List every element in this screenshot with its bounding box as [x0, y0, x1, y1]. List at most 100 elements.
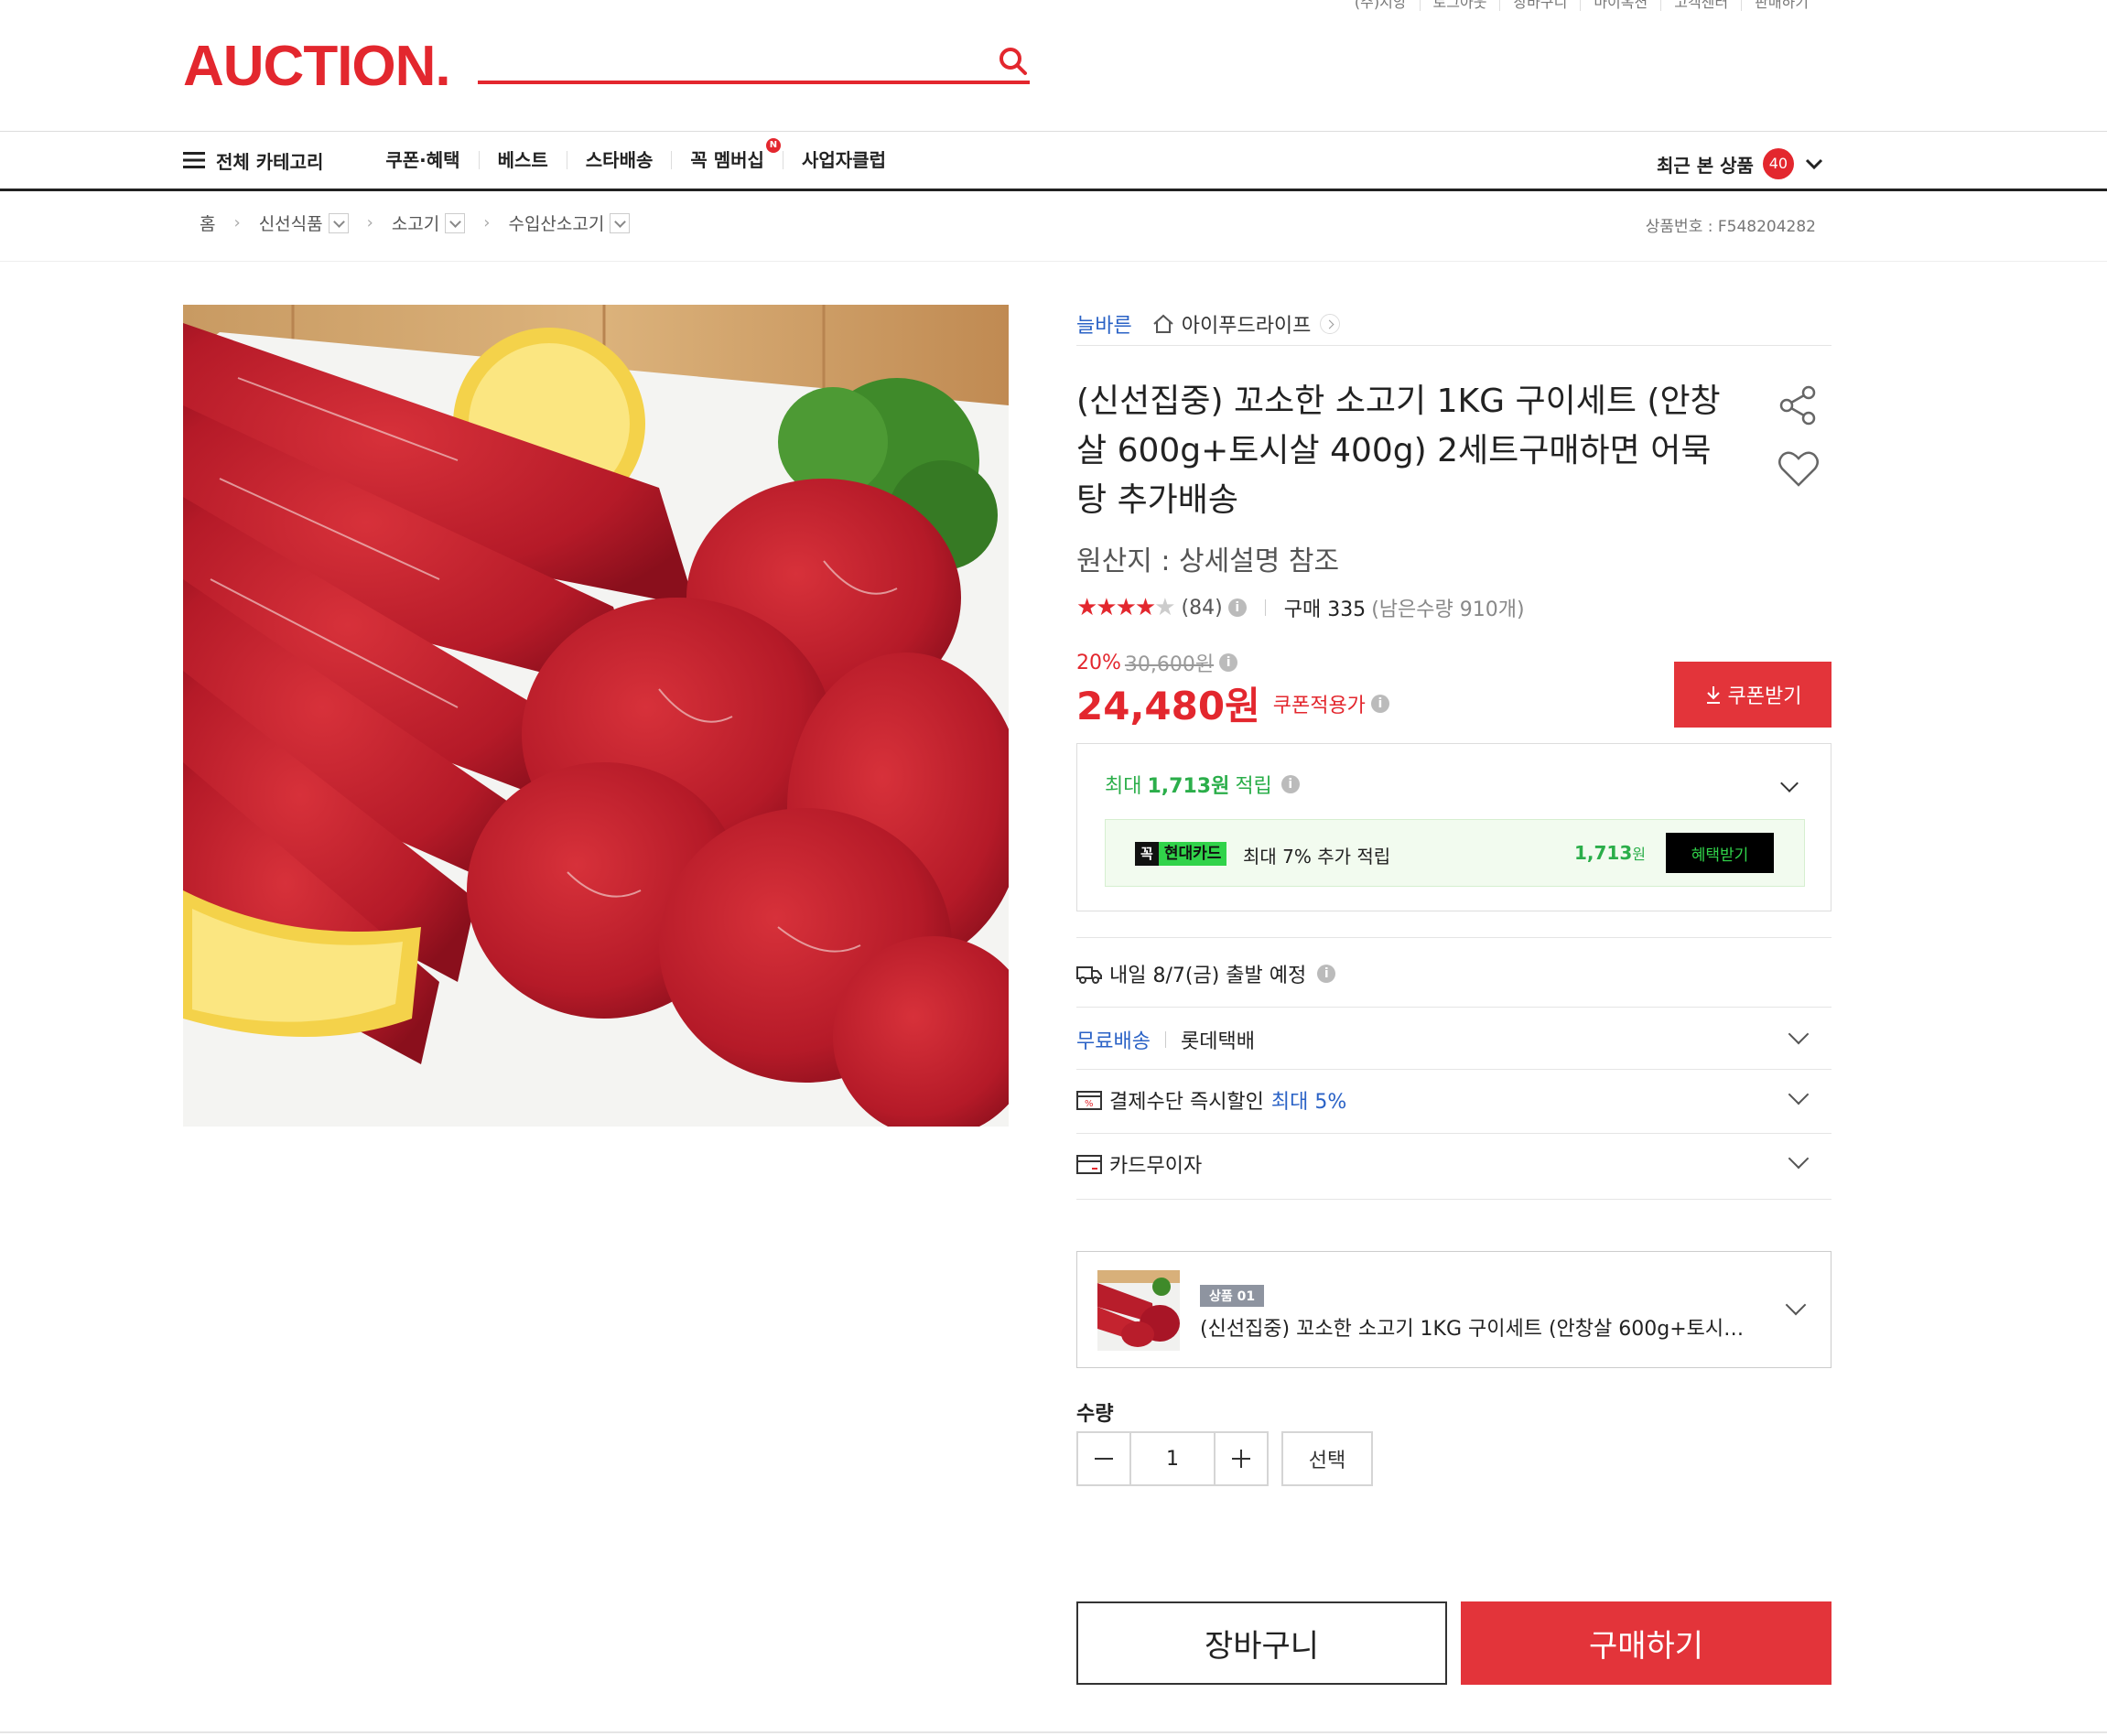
info-icon[interactable]: i: [1219, 653, 1238, 672]
new-badge: N: [765, 138, 781, 153]
decrement-button[interactable]: [1076, 1431, 1131, 1486]
option-tag: 상품 01: [1200, 1285, 1265, 1307]
all-categories-button[interactable]: 전체 카테고리: [183, 147, 323, 174]
recent-products-button[interactable]: 최근 본 상품 40: [1657, 148, 1823, 179]
divider: [1076, 1199, 1831, 1200]
minus-icon: [1095, 1458, 1113, 1460]
installment-label: 카드무이자: [1109, 1155, 1203, 1178]
seller-row: 늘바른 아이푸드라이프: [1076, 302, 1831, 346]
chevron-down-icon[interactable]: [1785, 1294, 1807, 1316]
hamburger-icon: [183, 151, 205, 169]
search-icon[interactable]: [998, 46, 1029, 77]
nav-membership[interactable]: 꼭 멤버십 N: [671, 138, 783, 171]
chevron-down-icon[interactable]: [1788, 1148, 1810, 1170]
quantity-select-button[interactable]: 선택: [1281, 1431, 1373, 1486]
origin-info: 원산지 : 상세설명 참조: [1076, 545, 1340, 577]
download-icon: [1704, 685, 1723, 705]
seller-brand-link[interactable]: 늘바른: [1076, 309, 1132, 339]
card-benefit-amount: 1,713원: [1574, 842, 1646, 864]
divider: [0, 261, 2107, 262]
breadcrumb-dropdown-beef[interactable]: [445, 212, 466, 233]
chevron-down-icon[interactable]: [1788, 1084, 1810, 1105]
hyundai-card-logo: 꼭 현대카드: [1135, 842, 1227, 866]
nav-coupon-benefit[interactable]: 쿠폰·혜택: [367, 151, 478, 169]
free-shipping-label: 무료배송: [1076, 1030, 1151, 1053]
divider: [1076, 1069, 1831, 1070]
plus-icon: [1232, 1450, 1250, 1468]
review-count[interactable]: (84): [1182, 597, 1223, 620]
auction-logo[interactable]: AUCTION.: [183, 37, 451, 97]
util-link-sell[interactable]: 판매하기: [1741, 0, 1821, 11]
nav-membership-label: 꼭 멤버십: [690, 149, 764, 171]
util-link-customer-center[interactable]: 고객센터: [1660, 0, 1741, 11]
share-icon[interactable]: [1777, 384, 1820, 426]
purchase-count: 구매 335: [1283, 598, 1367, 621]
sale-price: 24,480원: [1076, 684, 1260, 728]
breadcrumb-home[interactable]: 홈: [200, 210, 215, 235]
coupon-download-button[interactable]: 쿠폰받기: [1674, 662, 1831, 728]
breadcrumb-fresh-food[interactable]: 신선식품: [259, 210, 323, 235]
info-icon[interactable]: i: [1370, 694, 1389, 713]
original-price: 30,600원: [1124, 653, 1215, 676]
info-icon[interactable]: i: [1227, 598, 1247, 617]
coupon-button-label: 쿠폰받기: [1727, 685, 1802, 708]
buy-now-button[interactable]: 구매하기: [1461, 1601, 1831, 1685]
reward-amount: 1,713원: [1147, 775, 1230, 798]
quantity-stepper: 1 선택: [1076, 1431, 1373, 1486]
nav-star-delivery[interactable]: 스타배송: [566, 151, 672, 169]
store-link[interactable]: 아이푸드라이프: [1152, 309, 1341, 339]
reward-panel: 최대 1,713원 적립 i 꼭 현대카드 최대 7% 추가 적립 1,713원…: [1076, 743, 1831, 911]
breadcrumb-dropdown-fresh-food[interactable]: [328, 212, 349, 233]
util-link-my-auction[interactable]: 마이옥션: [1580, 0, 1660, 11]
recent-count-badge: 40: [1762, 148, 1794, 179]
info-icon[interactable]: i: [1280, 775, 1300, 793]
product-title: (신선집중) 꼬소한 소고기 1KG 구이세트 (안창살 600g+토시살 40…: [1076, 383, 1721, 519]
home-icon: [1152, 314, 1174, 334]
breadcrumb-beef[interactable]: 소고기: [392, 210, 439, 235]
breadcrumb-imported-beef[interactable]: 수입산소고기: [508, 210, 604, 235]
info-icon[interactable]: i: [1317, 965, 1336, 983]
search-input[interactable]: [478, 81, 1030, 84]
util-link-user[interactable]: (주)지앙: [1342, 0, 1420, 11]
card-badge-kk: 꼭: [1135, 842, 1159, 866]
reward-suffix: 적립: [1235, 775, 1272, 798]
quantity-label: 수량: [1076, 1403, 1114, 1426]
payment-discount-row[interactable]: % 결제수단 즉시할인 최대 5%: [1076, 1071, 1831, 1129]
shipping-date-row: 내일 8/7(금) 출발 예정 i: [1076, 944, 1831, 1003]
util-link-cart[interactable]: 장바구니: [1499, 0, 1580, 11]
chevron-down-icon[interactable]: [1788, 1023, 1810, 1045]
shipping-row[interactable]: 무료배송 롯데택배: [1076, 1010, 1831, 1069]
product-number: 상품번호 : F548204282: [1645, 218, 1816, 236]
receipt-icon: %: [1076, 1089, 1102, 1111]
installment-row[interactable]: 카드무이자: [1076, 1135, 1831, 1193]
discount-percent: 20%: [1076, 651, 1121, 674]
card-benefit-text: 최대 7% 추가 적립: [1243, 846, 1391, 868]
get-benefit-button[interactable]: 혜택받기: [1666, 833, 1774, 873]
shipping-date-text: 내일 8/7(금) 출발 예정: [1109, 965, 1307, 987]
option-thumbnail: [1097, 1270, 1180, 1351]
truck-icon: [1076, 963, 1102, 985]
coupon-price-label: 쿠폰적용가: [1272, 694, 1366, 717]
breadcrumb-separator: ›: [483, 213, 491, 232]
breadcrumb-dropdown-imported-beef[interactable]: [610, 212, 631, 233]
product-image[interactable]: [183, 305, 1009, 1127]
breadcrumb: 홈 › 신선식품 › 소고기 › 수입산소고기: [200, 210, 631, 235]
divider: [0, 1731, 2107, 1733]
chevron-right-icon: [1320, 313, 1341, 334]
payment-discount-highlight: 최대 5%: [1270, 1091, 1347, 1114]
store-name: 아이푸드라이프: [1181, 314, 1312, 338]
top-util-links: (주)지앙 로그아웃 장바구니 마이옥션 고객센터 판매하기: [1342, 0, 1821, 13]
rating-stars[interactable]: ★★★★★: [1076, 594, 1176, 621]
heart-icon[interactable]: [1777, 450, 1820, 489]
util-link-logout[interactable]: 로그아웃: [1419, 0, 1500, 11]
nav-business-club[interactable]: 사업자클럽: [782, 151, 904, 169]
recent-products-label: 최근 본 상품: [1657, 154, 1754, 177]
add-to-cart-button[interactable]: 장바구니: [1076, 1601, 1447, 1685]
increment-button[interactable]: [1214, 1431, 1269, 1486]
breadcrumb-separator: ›: [233, 213, 241, 232]
quantity-input[interactable]: 1: [1131, 1431, 1214, 1486]
option-selector[interactable]: 상품 01 (신선집중) 꼬소한 소고기 1KG 구이세트 (안창살 600g+…: [1076, 1251, 1831, 1368]
reward-summary[interactable]: 최대 1,713원 적립 i: [1105, 770, 1300, 799]
chevron-down-icon[interactable]: [1780, 774, 1799, 793]
nav-best[interactable]: 베스트: [478, 151, 567, 169]
